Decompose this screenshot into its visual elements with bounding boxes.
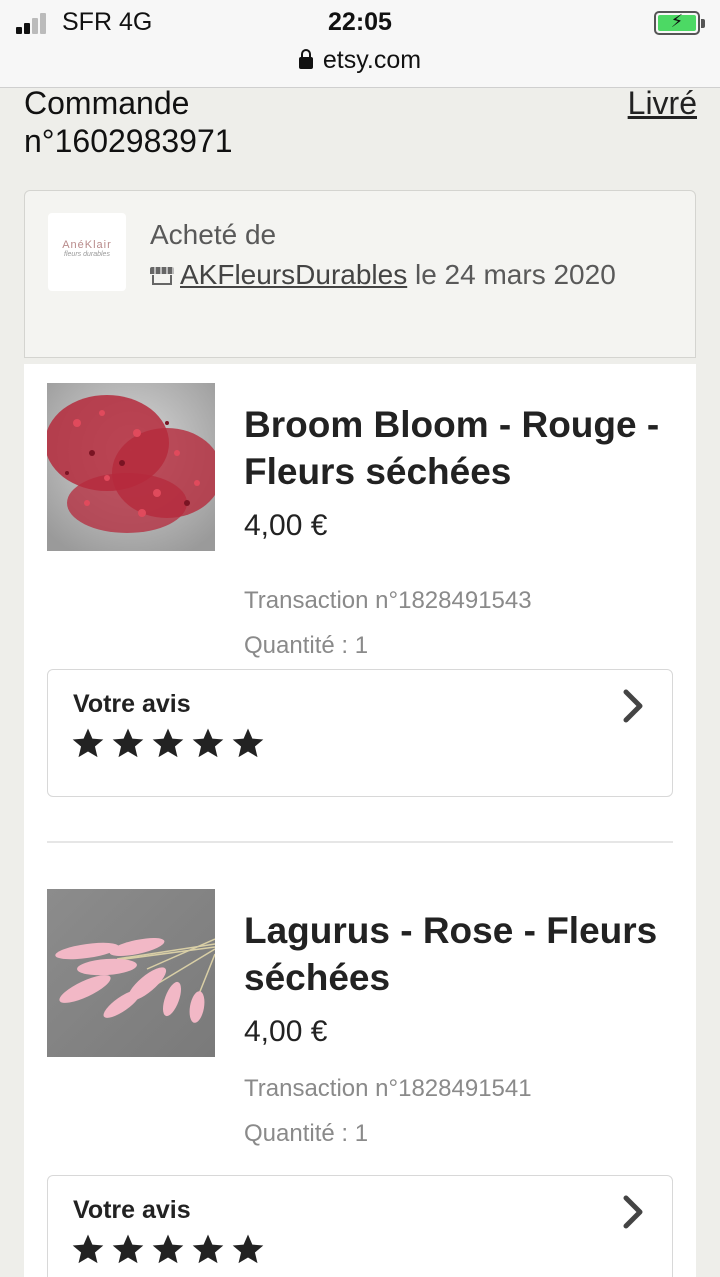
quantity: Quantité : 1 [244, 1120, 369, 1147]
star-icon [72, 728, 104, 758]
star-icon [72, 1234, 104, 1264]
chevron-right-icon [623, 1195, 643, 1229]
order-item: Broom Bloom - Rouge - Fleurs séchées 4,0… [24, 383, 696, 823]
star-icon [112, 1234, 144, 1264]
order-number: Commande n°1602983971 [24, 85, 233, 159]
shop-logo[interactable]: AnéKlair fleurs durables [48, 213, 126, 291]
address-bar[interactable]: etsy.com [0, 46, 720, 75]
order-status-link[interactable]: Livré [628, 84, 697, 122]
purchase-info: Acheté de AKFleursDurables le 24 mars 20… [150, 215, 670, 295]
product-image[interactable] [47, 383, 215, 551]
product-title-link[interactable]: Lagurus - Rose - Fleurs séchées [244, 907, 684, 1001]
shop-card: AnéKlair fleurs durables Acheté de AKFle… [24, 190, 696, 358]
star-icon [192, 1234, 224, 1264]
star-rating [71, 726, 271, 762]
order-items: Broom Bloom - Rouge - Fleurs séchées 4,0… [24, 364, 696, 1277]
shop-icon [150, 267, 174, 285]
battery-icon: ⚡ [654, 11, 705, 35]
product-title-link[interactable]: Broom Bloom - Rouge - Fleurs séchées [244, 401, 684, 495]
order-title: Commande n°1602983971 [24, 84, 304, 160]
review-button[interactable]: Votre avis [47, 669, 673, 797]
star-rating [71, 1232, 271, 1268]
status-bar: SFR 4G 22:05 ⚡ etsy.com [0, 0, 720, 88]
review-label: Votre avis [73, 690, 191, 718]
product-price: 4,00 € [244, 509, 328, 542]
review-label: Votre avis [73, 1196, 191, 1224]
star-icon [232, 728, 264, 758]
transaction-number: Transaction n°1828491541 [244, 1075, 532, 1102]
lock-icon [298, 49, 313, 69]
product-image[interactable] [47, 889, 215, 1057]
clock: 22:05 [328, 8, 392, 36]
star-icon [152, 728, 184, 758]
transaction-number: Transaction n°1828491543 [244, 587, 532, 614]
purchase-date: le 24 mars 2020 [414, 259, 616, 290]
order-item: Lagurus - Rose - Fleurs séchées 4,00 € T… [24, 889, 696, 1277]
star-icon [112, 728, 144, 758]
star-icon [152, 1234, 184, 1264]
quantity: Quantité : 1 [244, 632, 369, 659]
bought-from-label: Acheté de [150, 219, 277, 250]
star-icon [192, 728, 224, 758]
chevron-right-icon [623, 689, 643, 723]
product-price: 4,00 € [244, 1015, 328, 1048]
review-button[interactable]: Votre avis [47, 1175, 673, 1277]
star-icon [232, 1234, 264, 1264]
shop-link[interactable]: AKFleursDurables [180, 259, 407, 290]
url-text: etsy.com [322, 46, 422, 74]
item-divider [47, 841, 673, 843]
